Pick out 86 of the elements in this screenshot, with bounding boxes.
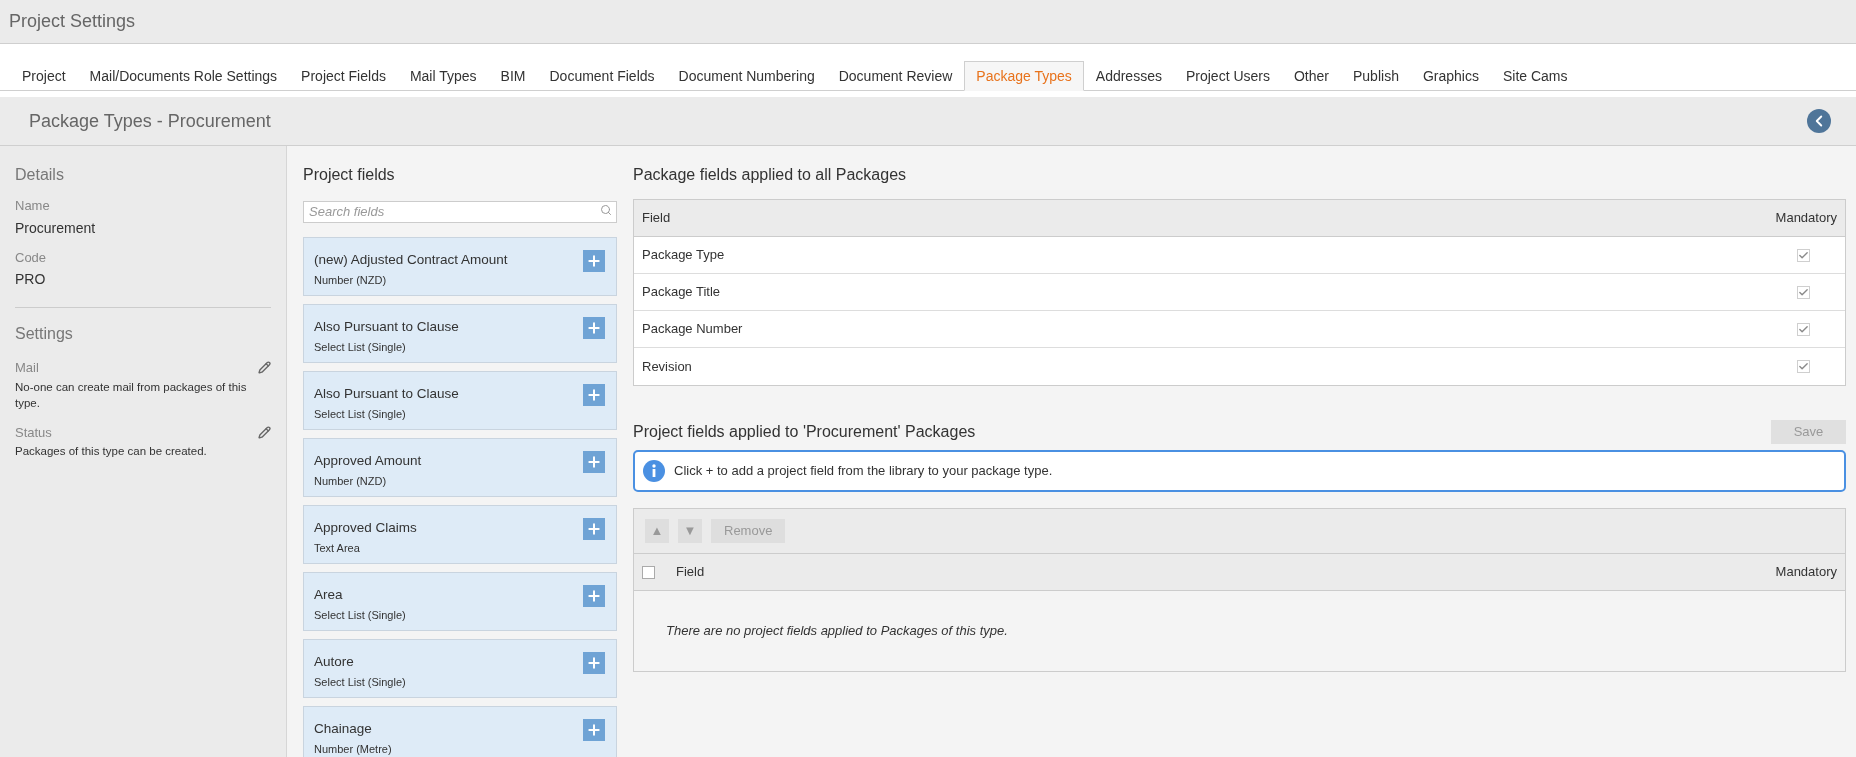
tab[interactable]: Publish: [1341, 61, 1411, 91]
field-name: Area: [314, 586, 344, 604]
info-text: Click + to add a project field from the library to your package type.: [674, 462, 1053, 481]
add-button[interactable]: [583, 250, 605, 272]
tab[interactable]: Addresses: [1083, 61, 1174, 91]
plus-icon: [586, 588, 602, 604]
detail-value: Procurement: [15, 218, 97, 238]
detail-value: PRO: [15, 270, 47, 289]
add-button[interactable]: [583, 719, 605, 741]
table-cell-text: Package Number: [642, 320, 743, 339]
field-name: Approved Claims: [314, 519, 417, 537]
add-button[interactable]: [583, 585, 605, 607]
section-heading: Project fields applied to 'Procurement' Packages: [633, 422, 976, 442]
plus-icon: [586, 521, 602, 537]
field-type: Text Area: [314, 541, 361, 557]
search-icon: [600, 204, 612, 216]
column-header: Mandatory: [1775, 209, 1837, 228]
setting-label: Status: [15, 423, 52, 442]
field-type: Number (NZD): [314, 474, 388, 490]
plus-icon: [586, 387, 602, 403]
check-icon: [1798, 249, 1809, 261]
field-type: Select List (Single): [314, 675, 406, 691]
back-button[interactable]: [1807, 109, 1831, 133]
edit-icon[interactable]: [258, 425, 271, 439]
info-icon: [643, 460, 665, 482]
add-button[interactable]: [583, 518, 605, 540]
search-field[interactable]: Search fields: [303, 200, 617, 223]
mandatory-checkbox[interactable]: [1797, 285, 1810, 299]
field-name: Autore: [314, 653, 355, 671]
check-icon: [1798, 286, 1809, 298]
table-cell-text: Revision: [642, 357, 692, 376]
tab[interactable]: BIM: [488, 61, 538, 91]
mandatory-checkbox[interactable]: [1797, 248, 1810, 262]
field-type: Select List (Single): [314, 407, 407, 423]
tab[interactable]: Other: [1282, 61, 1341, 91]
section-heading: Details: [15, 165, 65, 185]
add-button[interactable]: [583, 451, 605, 473]
setting-value: No-one can create mail from packages of this type.: [15, 379, 248, 411]
tab[interactable]: Document Review: [826, 61, 965, 91]
plus-icon: [586, 655, 602, 671]
detail-label: Code: [15, 248, 48, 267]
add-button[interactable]: [583, 652, 605, 674]
table-cell-text: Package Type: [642, 246, 725, 265]
column-heading: Project fields: [303, 165, 396, 185]
page-title: Package Types - Procurement: [29, 109, 271, 133]
field-type: Select List (Single): [314, 340, 407, 356]
column-header: Mandatory: [1775, 563, 1837, 582]
field-name: Chainage: [314, 720, 373, 738]
plus-icon: [586, 253, 602, 269]
field-type: Number (NZD): [314, 273, 388, 289]
field-name: Approved Amount: [314, 452, 422, 470]
field-type: Number (Metre): [314, 742, 392, 757]
mandatory-checkbox[interactable]: [1797, 322, 1810, 336]
edit-icon[interactable]: [258, 361, 271, 375]
tab[interactable]: Project: [10, 61, 78, 91]
check-icon: [1798, 361, 1809, 372]
tab[interactable]: Mail Types: [397, 61, 489, 91]
tab[interactable]: Site Cams: [1490, 61, 1580, 91]
tab[interactable]: Document Numbering: [666, 61, 827, 91]
plus-icon: [586, 320, 602, 336]
check-icon: [1798, 323, 1809, 335]
tab[interactable]: Document Fields: [537, 61, 667, 91]
plus-icon: [586, 454, 602, 470]
detail-label: Name: [15, 197, 51, 215]
add-button[interactable]: [583, 317, 605, 339]
field-name: (new) Adjusted Contract Amount: [314, 251, 508, 269]
tab[interactable]: Graphics: [1410, 61, 1491, 91]
column-header: Field: [642, 209, 671, 228]
tab[interactable]: Project Users: [1173, 61, 1282, 91]
field-type: Select List (Single): [314, 608, 406, 624]
tab[interactable]: Project Fields: [289, 61, 398, 91]
section-heading: Package fields applied to all Packages: [633, 165, 908, 185]
mandatory-checkbox[interactable]: [1797, 360, 1810, 373]
table-cell-text: Package Title: [642, 283, 721, 302]
setting-value: Packages of this type can be created.: [15, 444, 208, 459]
field-name: Also Pursuant to Clause: [314, 385, 459, 403]
plus-icon: [586, 722, 602, 738]
field-name: Also Pursuant to Clause: [314, 318, 459, 336]
section-heading: Settings: [15, 324, 74, 344]
select-all-checkbox[interactable]: [642, 565, 655, 579]
window-title: Project Settings: [9, 10, 136, 33]
setting-label: Mail: [15, 359, 39, 377]
tab[interactable]: Mail/Documents Role Settings: [77, 61, 290, 91]
column-header: Field: [676, 563, 706, 582]
add-button[interactable]: [583, 384, 605, 406]
empty-message: There are no project fields applied to Packages of this type.: [666, 622, 1008, 641]
